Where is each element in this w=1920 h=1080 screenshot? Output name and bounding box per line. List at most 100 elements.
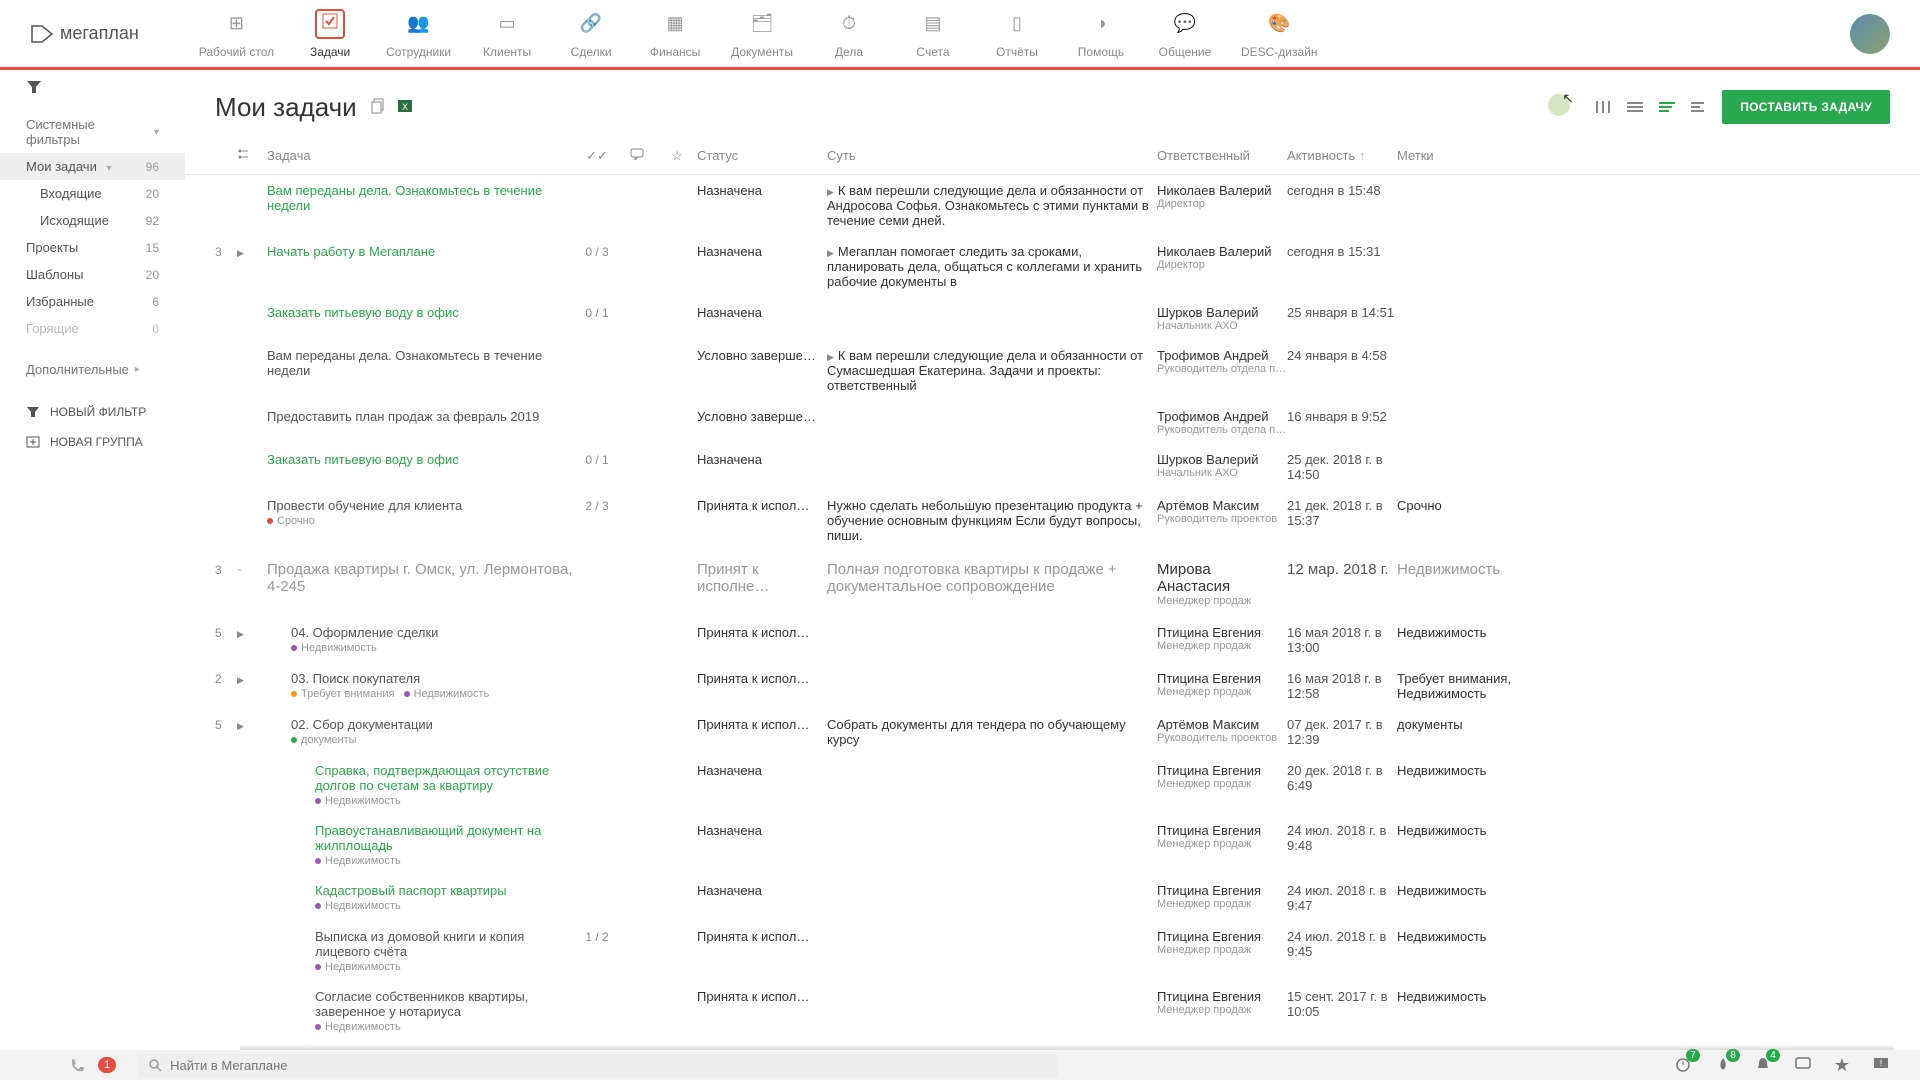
task-title[interactable]: Справка, подтверждающая отсутствие долго…: [315, 763, 549, 793]
task-row[interactable]: Правоустанавливающий документ на жилплощ…: [185, 815, 1920, 875]
task-activity: 16 мая 2018 г. в 13:00: [1287, 625, 1397, 655]
sidebar-item[interactable]: Проекты15: [0, 234, 185, 261]
task-row[interactable]: Выписка из домовой книги и копия лицевог…: [185, 921, 1920, 981]
task-responsible: Птицина Евгения: [1157, 763, 1287, 778]
hierarchy-icon[interactable]: [237, 148, 249, 160]
task-title[interactable]: Предоставить план продаж за февраль 2019: [267, 409, 539, 424]
sidebar-item[interactable]: Исходящие92: [0, 207, 185, 234]
star-icon[interactable]: ★: [1834, 1055, 1850, 1076]
task-row[interactable]: Предоставить план продаж за февраль 2019…: [185, 401, 1920, 444]
new-filter-button[interactable]: НОВЫЙ ФИЛЬТР: [0, 397, 185, 427]
task-title[interactable]: Заказать питьевую воду в офис: [267, 305, 459, 320]
task-title[interactable]: Провести обучение для клиента: [267, 498, 462, 513]
search-input[interactable]: [170, 1058, 1048, 1073]
sidebar-group-additional[interactable]: Дополнительные▸: [0, 356, 185, 383]
sidebar: Системные фильтры▾ Мои задачи ▾96Входящи…: [0, 70, 185, 1050]
bell-icon[interactable]: 4: [1754, 1055, 1772, 1076]
feedback-icon[interactable]: !: [1872, 1055, 1890, 1076]
nav-item-0[interactable]: ⊞Рабочий стол: [199, 9, 274, 59]
task-title[interactable]: 03. Поиск покупателя: [291, 671, 420, 686]
task-row[interactable]: 5▶02. Сбор документациидокументыПринята …: [185, 709, 1920, 755]
task-row[interactable]: 5▶04. Оформление сделкиНедвижимостьПриня…: [185, 617, 1920, 663]
new-group-button[interactable]: НОВАЯ ГРУППА: [0, 427, 185, 457]
task-title[interactable]: Вам переданы дела. Ознакомьтесь в течени…: [267, 348, 542, 378]
task-title[interactable]: Согласие собственников квартиры, заверен…: [315, 989, 528, 1019]
task-row[interactable]: 3▶Начать работу в Мегаплане0 / 3Назначен…: [185, 236, 1920, 297]
col-essence[interactable]: Суть: [827, 148, 1157, 164]
nav-item-3[interactable]: ▭Клиенты: [479, 9, 535, 59]
task-status: Назначена: [697, 452, 827, 467]
nav-item-4[interactable]: 🔗Сделки: [563, 9, 619, 59]
sidebar-item[interactable]: Горящие0: [0, 315, 185, 342]
task-title[interactable]: Начать работу в Мегаплане: [267, 244, 435, 259]
task-title[interactable]: Продажа квартиры г. Омск, ул. Лермонтова…: [267, 561, 572, 595]
task-title[interactable]: Кадастровый паспорт квартиры: [315, 883, 507, 898]
nav-item-1[interactable]: Задачи: [302, 9, 358, 59]
phone-icon[interactable]: [70, 1057, 86, 1073]
top-nav: мегаплан ⊞Рабочий столЗадачи👥Сотрудники▭…: [0, 0, 1920, 70]
nav-item-5[interactable]: ▦Финансы: [647, 9, 703, 59]
task-row[interactable]: 2▶03. Поиск покупателяТребует внимания Н…: [185, 663, 1920, 709]
timer-icon[interactable]: 7: [1674, 1055, 1692, 1076]
sidebar-item[interactable]: Избранные6: [0, 288, 185, 315]
task-row[interactable]: Кадастровый паспорт квартирыНедвижимость…: [185, 875, 1920, 921]
sidebar-item[interactable]: Входящие20: [0, 180, 185, 207]
task-tags: Недвижимость: [1397, 561, 1517, 578]
col-responsible[interactable]: Ответственный: [1157, 148, 1287, 164]
task-title[interactable]: Заказать питьевую воду в офис: [267, 452, 459, 467]
view-list-active-icon[interactable]: [1658, 100, 1678, 114]
nav-label: Документы: [731, 45, 793, 59]
col-check-icon[interactable]: ✓✓: [577, 148, 617, 164]
task-row[interactable]: Вам переданы дела. Ознакомьтесь в течени…: [185, 175, 1920, 236]
task-group-row[interactable]: 3-Продажа квартиры г. Омск, ул. Лермонто…: [185, 551, 1920, 617]
nav-item-12[interactable]: 🎨DESC-дизайн: [1241, 9, 1318, 59]
col-star-icon[interactable]: ☆: [657, 148, 697, 164]
view-columns-icon[interactable]: [1594, 100, 1614, 114]
nav-item-8[interactable]: ▤Счета: [905, 9, 961, 59]
col-comment-icon[interactable]: [617, 148, 657, 164]
task-row[interactable]: Провести обучение для клиентаСрочно2 / 3…: [185, 490, 1920, 551]
view-compact-icon[interactable]: [1690, 100, 1710, 114]
sidebar-item[interactable]: Мои задачи ▾96: [0, 153, 185, 180]
task-essence: ▶К вам перешли следующие дела и обязанно…: [827, 348, 1157, 393]
col-activity[interactable]: Активность ↑: [1287, 148, 1397, 164]
task-tags: Недвижимость: [1397, 929, 1517, 944]
task-responsible: Птицина Евгения: [1157, 883, 1287, 898]
task-title[interactable]: Правоустанавливающий документ на жилплощ…: [315, 823, 541, 853]
funnel-icon[interactable]: [26, 80, 42, 94]
task-row[interactable]: Заказать питьевую воду в офис0 / 1Назнач…: [185, 444, 1920, 490]
task-title[interactable]: 02. Сбор документации: [291, 717, 433, 732]
col-status[interactable]: Статус: [697, 148, 827, 164]
flame-icon[interactable]: 8: [1714, 1055, 1732, 1076]
task-status: Принята к испол…: [697, 671, 827, 686]
view-list-icon[interactable]: [1626, 100, 1646, 114]
nav-item-7[interactable]: ⏱Дела: [821, 9, 877, 59]
nav-item-6[interactable]: 🗂Документы: [731, 9, 793, 59]
task-title[interactable]: 04. Оформление сделки: [291, 625, 438, 640]
sidebar-group-system[interactable]: Системные фильтры▾: [0, 111, 185, 153]
nav-item-11[interactable]: 💬Общение: [1157, 9, 1213, 59]
chat-icon[interactable]: [1794, 1055, 1812, 1076]
nav-item-9[interactable]: ▯Отчёты: [989, 9, 1045, 59]
create-task-button[interactable]: ПОСТАВИТЬ ЗАДАЧУ: [1722, 90, 1890, 124]
col-task[interactable]: Задача: [267, 148, 577, 164]
task-title[interactable]: Вам переданы дела. Ознакомьтесь в течени…: [267, 183, 542, 213]
task-row[interactable]: Согласие собственников квартиры, заверен…: [185, 981, 1920, 1041]
sidebar-item[interactable]: Шаблоны20: [0, 261, 185, 288]
task-row[interactable]: Заказать питьевую воду в офис0 / 1Назнач…: [185, 297, 1920, 340]
col-tags[interactable]: Метки: [1397, 148, 1517, 164]
copy-icon[interactable]: [371, 98, 387, 117]
task-responsible: Мирова Анастасия: [1157, 561, 1287, 595]
task-responsible: Птицина Евгения: [1157, 929, 1287, 944]
task-row[interactable]: Справка, подтверждающая отсутствие долго…: [185, 755, 1920, 815]
task-activity: 12 мар. 2018 г.: [1287, 561, 1397, 578]
excel-icon[interactable]: X: [397, 98, 413, 117]
task-title[interactable]: Выписка из домовой книги и копия лицевог…: [315, 929, 524, 959]
task-essence: ▶К вам перешли следующие дела и обязанно…: [827, 183, 1157, 228]
task-row[interactable]: Вам переданы дела. Ознакомьтесь в течени…: [185, 340, 1920, 401]
nav-item-10[interactable]: ◑Помощь: [1073, 9, 1129, 59]
avatar[interactable]: [1850, 14, 1890, 54]
search-bar[interactable]: [138, 1054, 1058, 1077]
nav-label: Сделки: [571, 45, 612, 59]
nav-item-2[interactable]: 👥Сотрудники: [386, 9, 451, 59]
